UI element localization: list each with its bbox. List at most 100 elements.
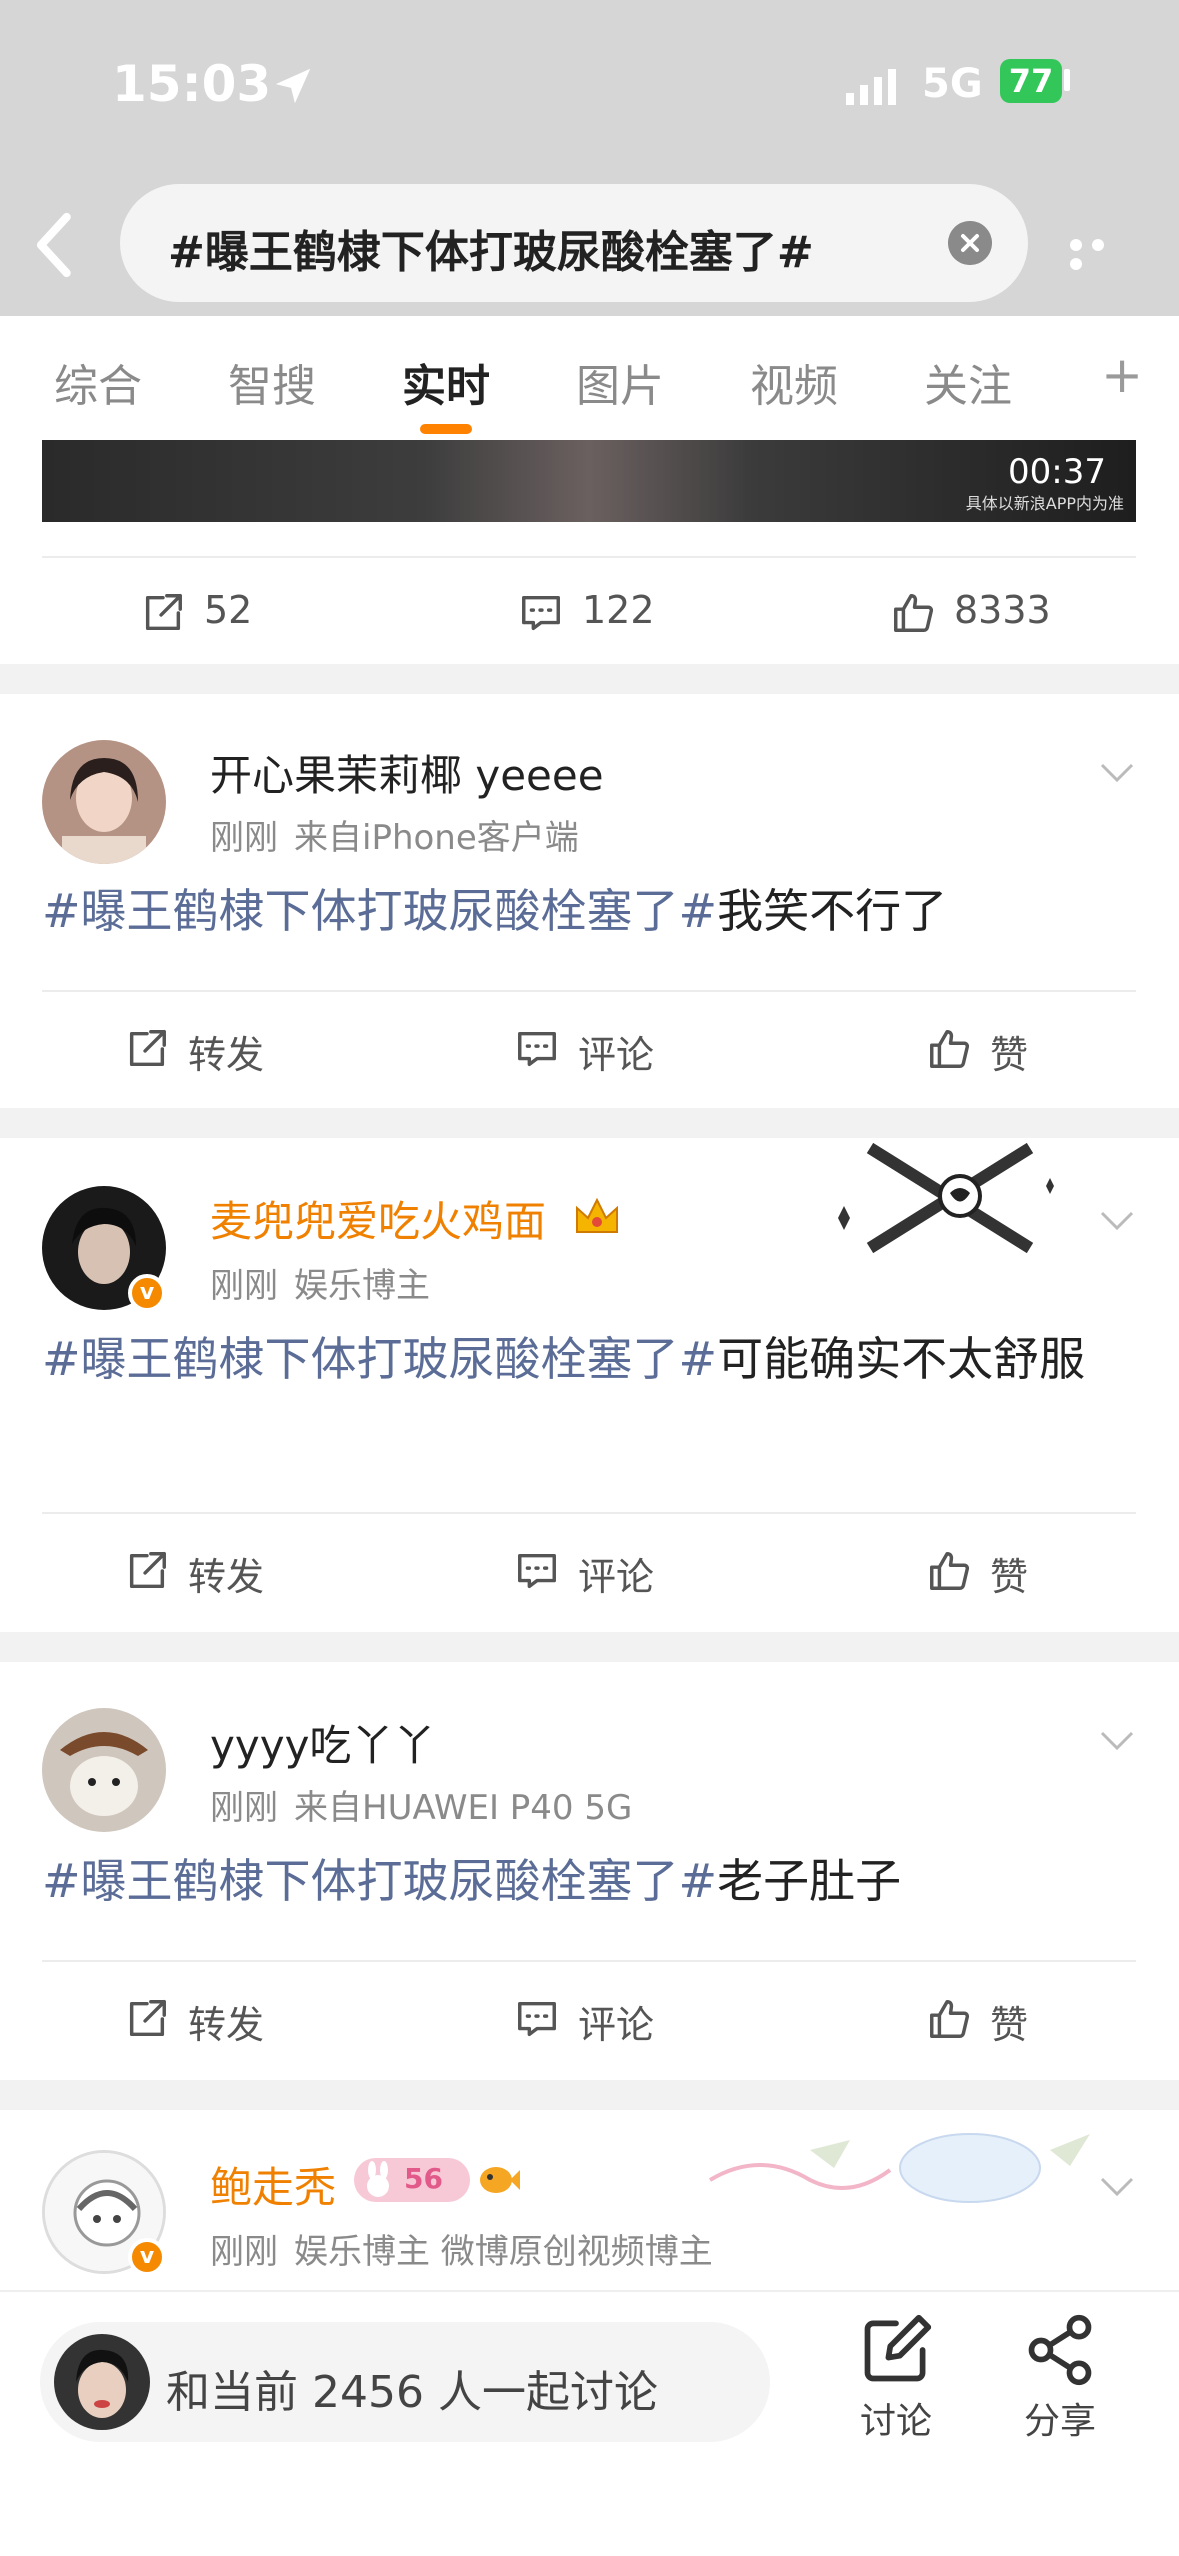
like-count: 8333 — [954, 588, 1051, 632]
divider — [42, 1512, 1136, 1514]
post-source: 娱乐博主 — [294, 1266, 430, 1306]
tab-bar: 综合 智搜 实时 图片 视频 关注 + — [0, 316, 1179, 440]
verified-badge-icon: v — [128, 1274, 166, 1312]
repost-icon — [145, 594, 182, 631]
avatar-image — [54, 2334, 150, 2430]
discuss-button[interactable]: 讨论 — [826, 2312, 966, 2472]
search-nav-row: #曝王鹤棣下体打玻尿酸栓塞了# — [0, 184, 1179, 304]
comment-count: 122 — [582, 588, 655, 632]
thumbs-up-icon — [930, 1030, 970, 1068]
post-body: 可能确实不太舒服 — [717, 1332, 1086, 1386]
tab-videos[interactable]: 视频 — [750, 350, 838, 414]
chevron-down-icon[interactable] — [1099, 762, 1135, 784]
post-text[interactable]: #曝王鹤棣下体打玻尿酸栓塞了#老子肚子 — [42, 1846, 1142, 1916]
clock: 15:03 — [112, 55, 272, 113]
top-header: 15:03 5G 77 #曝王鹤棣下体打玻尿酸栓塞了# — [0, 0, 1179, 316]
tab-smart-search[interactable]: 智搜 — [228, 350, 316, 414]
search-query: #曝王鹤棣下体打玻尿酸栓塞了# — [168, 227, 814, 278]
share-label: 分享 — [1023, 2401, 1096, 2442]
post-time: 刚刚 — [210, 1266, 278, 1306]
post-card: 开心果茉莉椰 yeeee 刚刚 来自iPhone客户端 #曝王鹤棣下体打玻尿酸栓塞… — [0, 694, 1179, 1108]
tab-images[interactable]: 图片 — [576, 350, 664, 414]
video-thumbnail[interactable]: 00:37 具体以新浪APP内为准 — [42, 440, 1136, 522]
thumbs-up-icon — [930, 2000, 970, 2038]
search-input[interactable]: #曝王鹤棣下体打玻尿酸栓塞了# — [120, 184, 1028, 302]
post-text[interactable]: #曝王鹤棣下体打玻尿酸栓塞了#我笑不行了 — [42, 876, 1142, 946]
thumbs-up-icon — [894, 594, 934, 632]
post-card: v 麦兜兜爱吃火鸡面 刚刚 娱乐博主 #曝王鹤棣下体打玻尿酸栓塞了#可能确实不太舒… — [0, 1138, 1179, 1632]
repost-icon — [129, 1030, 166, 1067]
post-body: 老子肚子 — [717, 1854, 902, 1908]
status-bar: 15:03 5G 77 — [0, 55, 1179, 115]
network-type: 5G — [922, 61, 983, 107]
location-arrow-icon — [275, 68, 311, 104]
avatar-image — [42, 1708, 166, 1832]
more-options-icon[interactable] — [1070, 236, 1134, 270]
avatar[interactable] — [42, 740, 166, 864]
signal-icon — [846, 69, 896, 105]
decorative-card-ornament — [708, 2133, 1090, 2203]
battery-icon: 77 — [1000, 59, 1062, 103]
post-body: 我笑不行了 — [717, 884, 948, 938]
chevron-down-icon[interactable] — [1099, 1730, 1135, 1752]
active-tab-indicator — [420, 424, 472, 434]
verified-badge-icon: v — [128, 2238, 166, 2276]
chevron-down-icon[interactable] — [1099, 1210, 1135, 1232]
chevron-down-icon[interactable] — [1099, 2176, 1135, 2198]
repost-icon — [129, 1552, 166, 1589]
discussion-count-text: 和当前 2456 人一起讨论 — [166, 2367, 658, 2418]
username[interactable]: 开心果茉莉椰 yeeee — [210, 742, 604, 803]
repost-label: 转发 — [188, 1033, 265, 1077]
share-button[interactable]: 分享 — [990, 2312, 1130, 2472]
video-post-card: 00:37 具体以新浪APP内为准 52 122 8333 — [0, 440, 1179, 664]
battery-tip — [1064, 69, 1070, 91]
post-topic[interactable]: #曝王鹤棣下体打玻尿酸栓塞了# — [42, 884, 717, 938]
rabbit-icon — [367, 2161, 389, 2197]
feed[interactable]: 00:37 具体以新浪APP内为准 52 122 8333 开心果茉莉椰 yee… — [0, 440, 1179, 2290]
comment-label: 评论 — [578, 2003, 655, 2047]
avatar[interactable] — [42, 1708, 166, 1832]
join-discussion-button[interactable]: 和当前 2456 人一起讨论 — [40, 2322, 770, 2442]
discuss-label: 讨论 — [859, 2401, 932, 2442]
username[interactable]: 鲍走秃 — [210, 2154, 336, 2215]
add-tab-icon[interactable]: + — [1101, 346, 1143, 404]
username[interactable]: yyyy吃丫丫 — [210, 1712, 435, 1773]
video-watermark: 具体以新浪APP内为准 — [965, 494, 1124, 513]
post-topic[interactable]: #曝王鹤棣下体打玻尿酸栓塞了# — [42, 1854, 717, 1908]
post-time: 刚刚 — [210, 818, 278, 858]
divider — [42, 556, 1136, 558]
level-number: 56 — [404, 2162, 443, 2195]
thumbs-up-icon — [930, 1552, 970, 1590]
repost-label: 转发 — [188, 1555, 265, 1599]
post-meta: 刚刚 来自HUAWEI P40 5G — [210, 1780, 648, 1829]
post-meta: 刚刚 娱乐博主 — [210, 1258, 446, 1307]
post-text[interactable]: #曝王鹤棣下体打玻尿酸栓塞了#可能确实不太舒服 — [42, 1324, 1142, 1394]
post-card: yyyy吃丫丫 刚刚 来自HUAWEI P40 5G #曝王鹤棣下体打玻尿酸栓塞了… — [0, 1662, 1179, 2080]
crown-badge-icon — [576, 1197, 618, 1233]
avatar — [54, 2334, 150, 2430]
post-source: 娱乐博主 微博原创视频博主 — [294, 2232, 713, 2272]
bottom-bar: 和当前 2456 人一起讨论 讨论 分享 — [0, 2290, 1179, 2556]
tab-general[interactable]: 综合 — [54, 350, 142, 414]
level-badge: 56 — [354, 2158, 470, 2202]
share-icon — [1028, 2314, 1092, 2386]
divider — [42, 990, 1136, 992]
like-label: 赞 — [990, 2003, 1029, 2047]
post-meta: 刚刚 来自iPhone客户端 — [210, 810, 595, 859]
decorative-card-ornament — [838, 1142, 1054, 1254]
tab-following[interactable]: 关注 — [924, 350, 1012, 414]
post-topic[interactable]: #曝王鹤棣下体打玻尿酸栓塞了# — [42, 1332, 717, 1386]
fish-badge-icon — [480, 2167, 520, 2193]
post-source: 来自HUAWEI P40 5G — [294, 1788, 633, 1828]
username[interactable]: 麦兜兜爱吃火鸡面 — [210, 1188, 546, 1249]
repost-icon — [129, 2000, 166, 2037]
back-arrow-icon[interactable] — [28, 210, 82, 280]
like-label: 赞 — [990, 1555, 1029, 1599]
avatar-image — [42, 740, 166, 864]
comment-label: 评论 — [578, 1033, 655, 1077]
tab-realtime[interactable]: 实时 — [402, 350, 490, 414]
post-source: 来自iPhone客户端 — [294, 818, 579, 858]
like-label: 赞 — [990, 1033, 1029, 1077]
clear-search-icon[interactable] — [948, 221, 992, 265]
comment-label: 评论 — [578, 1555, 655, 1599]
